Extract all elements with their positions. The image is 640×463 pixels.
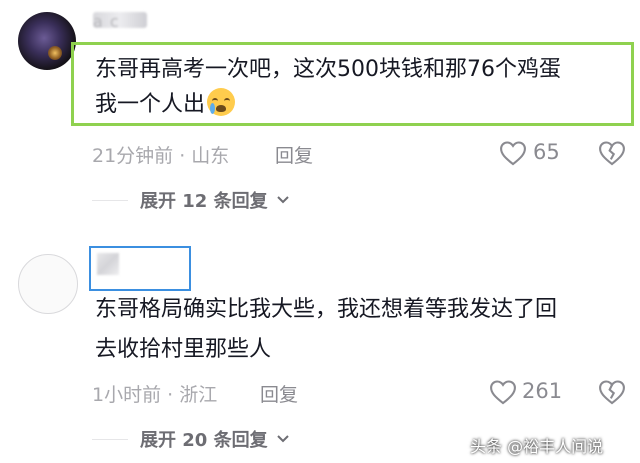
broken-heart-icon[interactable] <box>598 379 626 405</box>
comment-text: 东哥格局确实比我大些，我还想着等我发达了回 去收拾村里那些人 <box>95 290 625 370</box>
heart-icon[interactable] <box>499 140 527 166</box>
expand-replies-button[interactable]: 展开 20 条回复 <box>140 426 290 452</box>
like-count: 65 <box>533 140 560 164</box>
watermark: 头条 @裕丰人间说 <box>470 437 604 456</box>
avatar[interactable] <box>18 12 76 70</box>
broken-heart-icon[interactable] <box>598 140 626 166</box>
comment-text: 东哥再高考一次吧，这次500块钱和那76个鸡蛋 我一个人出 <box>95 52 625 122</box>
chevron-down-icon <box>277 435 289 443</box>
divider <box>92 200 128 201</box>
username[interactable]: a c <box>93 12 147 32</box>
comment-line: 东哥再高考一次吧，这次500块钱和那76个鸡蛋 <box>95 57 561 82</box>
crying-face-icon <box>207 88 236 116</box>
username[interactable] <box>97 253 119 275</box>
reply-button[interactable]: 回复 <box>260 380 298 407</box>
expand-replies-label: 展开 12 条回复 <box>140 191 268 212</box>
reply-button[interactable]: 回复 <box>275 141 313 168</box>
expand-replies-label: 展开 20 条回复 <box>140 430 268 451</box>
divider <box>92 439 128 440</box>
comment-line: 东哥格局确实比我大些，我还想着等我发达了回 <box>95 297 558 322</box>
heart-icon[interactable] <box>489 379 517 405</box>
like-count: 261 <box>522 379 563 403</box>
comment-meta: 21分钟前 · 山东 <box>92 145 230 167</box>
comment-meta: 1小时前 · 浙江 <box>92 384 218 406</box>
chevron-down-icon <box>277 196 289 204</box>
comment-line: 去收拾村里那些人 <box>95 337 272 362</box>
expand-replies-button[interactable]: 展开 12 条回复 <box>140 187 290 213</box>
comment-line: 我一个人出 <box>95 87 625 122</box>
avatar[interactable] <box>18 254 78 314</box>
